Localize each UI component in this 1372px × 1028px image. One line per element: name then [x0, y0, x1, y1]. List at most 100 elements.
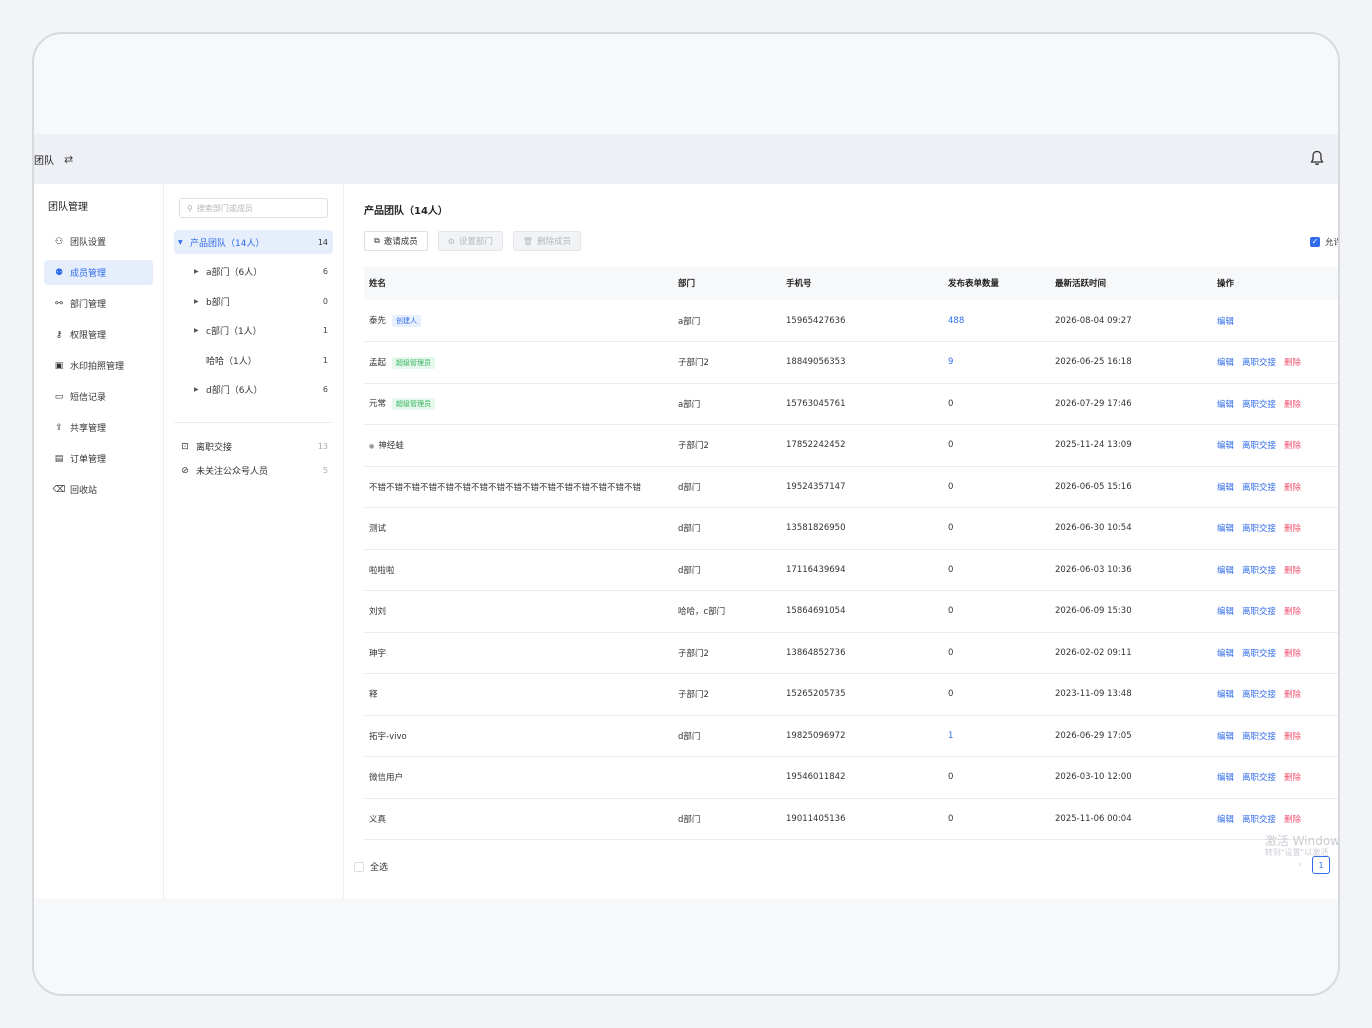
delete-link[interactable]: 删除	[1284, 815, 1301, 825]
trash-icon: ⌫	[52, 484, 66, 495]
delete-link[interactable]: 删除	[1284, 649, 1301, 659]
edit-link[interactable]: 编辑	[1217, 358, 1234, 368]
tree-divider	[174, 421, 333, 423]
select-all-checkbox[interactable]	[354, 861, 364, 872]
delete-link[interactable]: 删除	[1284, 358, 1301, 368]
forms-count[interactable]: 488	[948, 316, 964, 326]
active-time-cell: 2026-06-30 10:54	[1050, 508, 1212, 550]
tree-extra-label: 离职交接	[196, 443, 233, 453]
sidebar-item-7[interactable]: ▤ 订单管理	[44, 446, 153, 471]
caret-right-icon[interactable]: ▶	[194, 386, 206, 393]
sidebar-item-1[interactable]: ⚉ 成员管理	[44, 260, 153, 285]
delete-member-button[interactable]: 🗑 删除成员	[512, 231, 582, 251]
tree-dept-node[interactable]: ▶ d部门（6人） 6	[174, 378, 333, 402]
delete-link[interactable]: 删除	[1284, 441, 1301, 451]
caret-right-icon[interactable]: ▶	[194, 298, 206, 305]
handover-link[interactable]: 离职交接	[1242, 441, 1276, 451]
watermark-line1: 激活 Window	[1264, 834, 1340, 848]
phone-cell: 18849056353	[781, 342, 943, 384]
sidebar-item-label: 水印拍照管理	[70, 362, 125, 372]
allow-checkbox[interactable]: ✓ 允许	[1309, 236, 1338, 248]
handover-link[interactable]: 离职交接	[1242, 400, 1276, 410]
sidebar-item-6[interactable]: ⇪ 共享管理	[44, 415, 153, 440]
phone-text: 15265205735	[786, 689, 846, 700]
handover-link[interactable]: 离职交接	[1242, 607, 1276, 617]
set-department-button[interactable]: ⚙ 设置部门	[437, 231, 503, 251]
handover-link[interactable]: 离职交接	[1242, 690, 1276, 700]
tree-node-count: 1	[322, 326, 328, 335]
sidebar-item-label: 团队设置	[70, 238, 107, 248]
dept-text: d部门	[678, 524, 701, 535]
tree-node-left: ⊘ 未关注公众号人员	[179, 464, 268, 478]
edit-link[interactable]: 编辑	[1217, 317, 1234, 327]
caret-right-icon[interactable]: ▶	[194, 327, 206, 334]
sidebar-item-5[interactable]: ▭ 短信记录	[44, 384, 153, 409]
edit-link[interactable]: 编辑	[1217, 815, 1234, 825]
handover-link[interactable]: 离职交接	[1242, 358, 1276, 368]
caret-right-icon[interactable]: ▶	[194, 268, 206, 275]
set-dept-label: 设置部门	[458, 237, 493, 247]
handover-link[interactable]: 离职交接	[1242, 773, 1276, 783]
delete-link[interactable]: 删除	[1284, 773, 1301, 783]
delete-link[interactable]: 删除	[1284, 732, 1301, 742]
phone-text: 13581826950	[786, 523, 846, 534]
edit-link[interactable]: 编辑	[1217, 566, 1234, 576]
handover-link[interactable]: 离职交接	[1242, 524, 1276, 534]
phone-cell: 15965427636	[781, 300, 943, 342]
tree-extra-node[interactable]: ⊘ 未关注公众号人员 5	[174, 461, 333, 481]
edit-link[interactable]: 编辑	[1217, 441, 1234, 451]
forms-count[interactable]: 1	[948, 731, 953, 741]
sidebar-item-3[interactable]: ⚷ 权限管理	[44, 322, 153, 347]
sidebar-item-8[interactable]: ⌫ 回收站	[44, 477, 153, 502]
caret-down-icon[interactable]: ▼	[178, 239, 190, 246]
page-title: 产品团队（14人）	[364, 206, 448, 217]
delete-link[interactable]: 删除	[1284, 690, 1301, 700]
column-header: 操作	[1217, 279, 1235, 289]
allow-label: 允许	[1324, 238, 1338, 248]
member-name: 泰先	[369, 316, 387, 326]
handover-link[interactable]: 离职交接	[1242, 566, 1276, 576]
delete-link[interactable]: 删除	[1284, 524, 1301, 534]
edit-link[interactable]: 编辑	[1217, 690, 1234, 700]
edit-link[interactable]: 编辑	[1217, 607, 1234, 617]
swap-icon[interactable]: ⇄	[64, 153, 73, 166]
page-button[interactable]: 1	[1312, 856, 1330, 874]
active-time: 2026-03-10 12:00	[1055, 772, 1132, 783]
handover-link[interactable]: 离职交接	[1242, 732, 1276, 742]
edit-link[interactable]: 编辑	[1217, 483, 1234, 493]
forms-cell: 0	[943, 508, 1050, 550]
app-body: 团队管理 ⚇ 团队设置 ⚉ 成员管理 ⚯ 部门管理 ⚷ 权限管理 ▣ 水印拍照管理 ▭ 短信记录 ⇪ 共享…	[34, 184, 1340, 898]
forms-cell: 0	[943, 425, 1050, 467]
delete-link[interactable]: 删除	[1284, 607, 1301, 617]
tree-dept-node[interactable]: ▶ c部门（1人） 1	[174, 319, 333, 343]
team-name[interactable]: 团队	[34, 152, 54, 167]
edit-link[interactable]: 编辑	[1217, 400, 1234, 410]
edit-link[interactable]: 编辑	[1217, 524, 1234, 534]
dept-cell: 哈哈，c部门	[673, 591, 781, 633]
sidebar-item-4[interactable]: ▣ 水印拍照管理	[44, 353, 153, 378]
search-input[interactable]: ⚲ 搜索部门或成员	[179, 198, 328, 218]
invite-member-button[interactable]: ⧉ 邀请成员	[364, 231, 428, 251]
delete-link[interactable]: 删除	[1284, 566, 1301, 576]
dept-cell: d部门	[673, 549, 781, 591]
handover-link[interactable]: 离职交接	[1242, 815, 1276, 825]
prev-page-icon[interactable]: ‹	[1298, 860, 1302, 870]
delete-link[interactable]: 删除	[1284, 483, 1301, 493]
edit-link[interactable]: 编辑	[1217, 732, 1234, 742]
bell-icon[interactable]	[1310, 150, 1324, 166]
edit-link[interactable]: 编辑	[1217, 773, 1234, 783]
handover-link[interactable]: 离职交接	[1242, 649, 1276, 659]
forms-count[interactable]: 9	[948, 357, 953, 367]
handover-link[interactable]: 离职交接	[1242, 483, 1276, 493]
edit-link[interactable]: 编辑	[1217, 649, 1234, 659]
tree-dept-node[interactable]: 哈哈（1人） 1	[174, 348, 333, 372]
delete-link[interactable]: 删除	[1284, 400, 1301, 410]
tree-root-node[interactable]: ▼ 产品团队（14人） 14	[174, 230, 333, 254]
dept-cell: d部门	[673, 508, 781, 550]
tree-dept-node[interactable]: ▶ a部门（6人） 6	[174, 260, 333, 284]
tree-extra-node[interactable]: ⊡ 离职交接 13	[174, 437, 333, 457]
sidebar-item-0[interactable]: ⚇ 团队设置	[44, 229, 153, 254]
tree-dept-node[interactable]: ▶ b部门 0	[174, 289, 333, 313]
sidebar-item-2[interactable]: ⚯ 部门管理	[44, 291, 153, 316]
active-time-cell: 2026-06-29 17:05	[1050, 715, 1212, 757]
